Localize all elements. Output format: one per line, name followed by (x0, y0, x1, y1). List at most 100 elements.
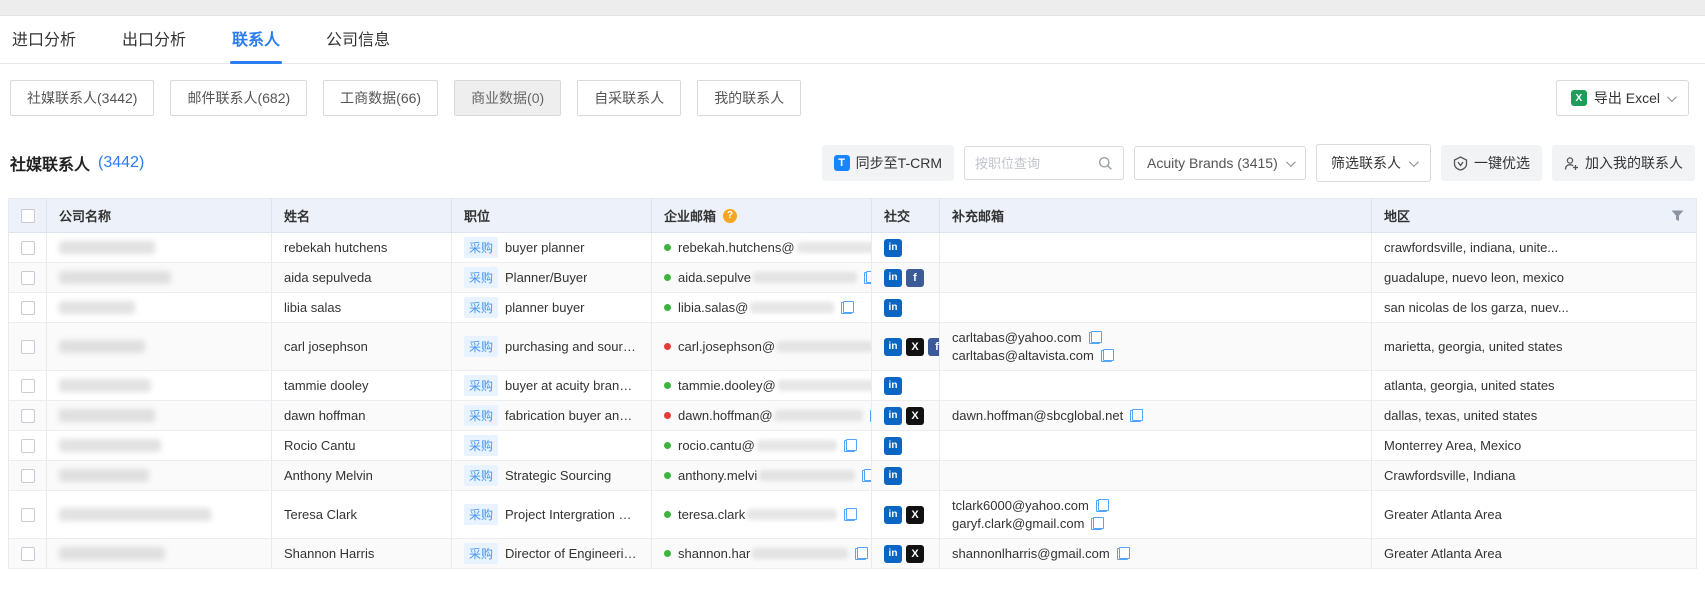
extra-email-list: shannonlharris@gmail.com (952, 541, 1130, 566)
filter-self-collected[interactable]: 自采联系人 (577, 80, 681, 116)
region-cell: dallas, texas, united states (1372, 401, 1696, 430)
linkedin-icon[interactable]: in (884, 467, 902, 485)
row-checkbox[interactable] (21, 409, 35, 423)
row-checkbox[interactable] (21, 469, 35, 483)
name-cell: tammie dooley (272, 371, 452, 400)
facebook-icon[interactable]: f (928, 338, 940, 356)
extra-email-text: shannonlharris@gmail.com (952, 546, 1110, 561)
copy-icon[interactable] (841, 301, 854, 314)
linkedin-icon[interactable]: in (884, 338, 902, 356)
email-prefix: libia.salas@ (678, 300, 748, 315)
social-cell: in (872, 431, 940, 460)
one-click-preferred-button[interactable]: 一键优选 (1441, 145, 1542, 181)
position-cell: 采购purchasing and sourcing ... (452, 323, 652, 370)
sync-tcrm-button[interactable]: T 同步至T-CRM (822, 145, 954, 181)
social-cell: inX (872, 491, 940, 538)
social-cell: in (872, 371, 940, 400)
row-checkbox[interactable] (21, 379, 35, 393)
header-company-name-label: 公司名称 (59, 206, 111, 225)
contact-name: Teresa Clark (284, 507, 357, 522)
x-icon[interactable]: X (906, 407, 924, 425)
copy-icon[interactable] (844, 439, 857, 452)
x-icon[interactable]: X (906, 545, 924, 563)
procurement-tag: 采购 (464, 336, 498, 357)
linkedin-icon[interactable]: in (884, 239, 902, 257)
copy-icon[interactable] (1117, 547, 1130, 560)
email-cell: teresa.clark (652, 491, 872, 538)
email-prefix: anthony.melvi (678, 468, 757, 483)
name-cell: Anthony Melvin (272, 461, 452, 490)
table-row: carl josephson采购purchasing and sourcing … (9, 323, 1696, 371)
tab-contacts[interactable]: 联系人 (230, 14, 282, 63)
copy-icon[interactable] (1096, 499, 1109, 512)
help-icon[interactable]: ? (723, 209, 737, 223)
copy-icon[interactable] (1091, 517, 1104, 530)
chevron-down-icon (1667, 92, 1677, 102)
linkedin-icon[interactable]: in (884, 299, 902, 317)
row-checkbox[interactable] (21, 547, 35, 561)
contact-name: dawn hoffman (284, 408, 365, 423)
contact-name: Shannon Harris (284, 546, 374, 561)
contact-name: aida sepulveda (284, 270, 371, 285)
copy-icon[interactable] (844, 508, 857, 521)
filter-my-contacts[interactable]: 我的联系人 (697, 80, 801, 116)
tab-import-analysis[interactable]: 进口分析 (10, 14, 78, 63)
tab-company-info[interactable]: 公司信息 (324, 14, 392, 63)
email-status-dot (664, 244, 671, 251)
table-toolbar: T 同步至T-CRM Acuity Brands (3415) 筛选联系人 一键… (822, 144, 1695, 182)
region-cell: Crawfordsville, Indiana (1372, 461, 1696, 490)
row-checkbox[interactable] (21, 508, 35, 522)
facebook-icon[interactable]: f (906, 269, 924, 287)
extra-email-item: carltabas@altavista.com (952, 348, 1114, 363)
extra-email-list: dawn.hoffman@sbcglobal.net (952, 403, 1143, 428)
filter-contacts-button[interactable]: 筛选联系人 (1316, 144, 1431, 182)
email-cell: carl.josephson@ (652, 323, 872, 370)
x-icon[interactable]: X (906, 506, 924, 524)
linkedin-icon[interactable]: in (884, 545, 902, 563)
header-region: 地区 (1372, 199, 1696, 232)
extra-email-list: carltabas@yahoo.comcarltabas@altavista.c… (952, 325, 1114, 368)
tab-export-analysis[interactable]: 出口分析 (120, 14, 188, 63)
redacted-company-name (59, 547, 165, 560)
export-excel-button[interactable]: X 导出 Excel (1556, 80, 1689, 116)
row-checkbox[interactable] (21, 271, 35, 285)
copy-icon[interactable] (864, 271, 872, 284)
email-cell: rocio.cantu@ (652, 431, 872, 460)
linkedin-icon[interactable]: in (884, 437, 902, 455)
linkedin-icon[interactable]: in (884, 377, 902, 395)
company-cell (47, 233, 272, 262)
x-icon[interactable]: X (906, 338, 924, 356)
redacted-company-name (59, 439, 161, 452)
email-cell: aida.sepulve (652, 263, 872, 292)
row-checkbox[interactable] (21, 439, 35, 453)
filter-funnel-icon[interactable] (1671, 210, 1684, 222)
name-cell: dawn hoffman (272, 401, 452, 430)
position-search-input[interactable] (975, 156, 1098, 171)
copy-icon[interactable] (1101, 349, 1114, 362)
header-extra-email-label: 补充邮箱 (952, 206, 1004, 225)
linkedin-icon[interactable]: in (884, 269, 902, 287)
row-checkbox[interactable] (21, 301, 35, 315)
linkedin-icon[interactable]: in (884, 506, 902, 524)
preferred-badge-icon (1453, 156, 1468, 171)
filter-social-contacts[interactable]: 社媒联系人(3442) (10, 80, 154, 116)
contact-name: Anthony Melvin (284, 468, 373, 483)
region-text: dallas, texas, united states (1384, 408, 1537, 423)
row-checkbox[interactable] (21, 340, 35, 354)
section-toolbar-row: 社媒联系人 (3442) T 同步至T-CRM Acuity Brands (3… (0, 130, 1705, 198)
linkedin-icon[interactable]: in (884, 407, 902, 425)
company-select[interactable]: Acuity Brands (3415) (1134, 146, 1306, 180)
header-social-label: 社交 (884, 206, 910, 225)
copy-icon[interactable] (862, 469, 872, 482)
copy-icon[interactable] (1130, 409, 1143, 422)
name-cell: aida sepulveda (272, 263, 452, 292)
filter-commercial-data[interactable]: 商业数据(0) (454, 80, 561, 116)
select-all-checkbox[interactable] (21, 209, 35, 223)
add-to-my-contacts-button[interactable]: 加入我的联系人 (1552, 145, 1695, 181)
copy-icon[interactable] (1089, 331, 1102, 344)
row-checkbox[interactable] (21, 241, 35, 255)
filter-business-registry[interactable]: 工商数据(66) (323, 80, 438, 116)
region-text: marietta, georgia, united states (1384, 339, 1563, 354)
copy-icon[interactable] (855, 547, 868, 560)
filter-email-contacts[interactable]: 邮件联系人(682) (170, 80, 307, 116)
